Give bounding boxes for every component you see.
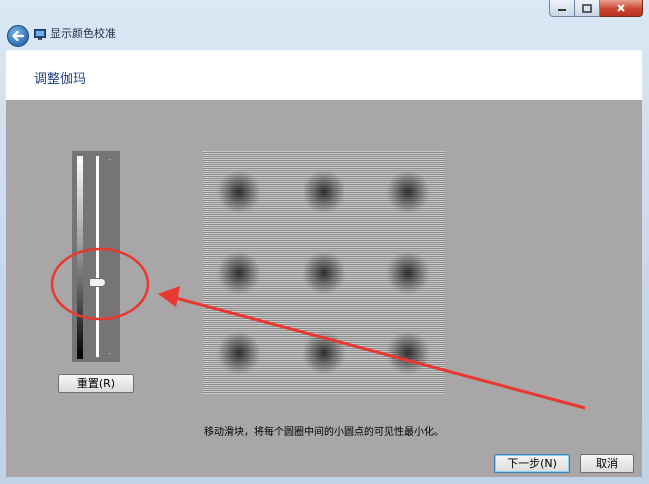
pointer-arrow (171, 295, 586, 410)
annotation-overlay (50, 247, 586, 410)
arrow-head (158, 286, 180, 307)
window-frame: 显示颜色校准 调整伽玛 重置(R) 移动滑块，将每个圆圈中间的小圆点的可见性最小… (0, 0, 649, 484)
highlight-circle (50, 247, 150, 321)
